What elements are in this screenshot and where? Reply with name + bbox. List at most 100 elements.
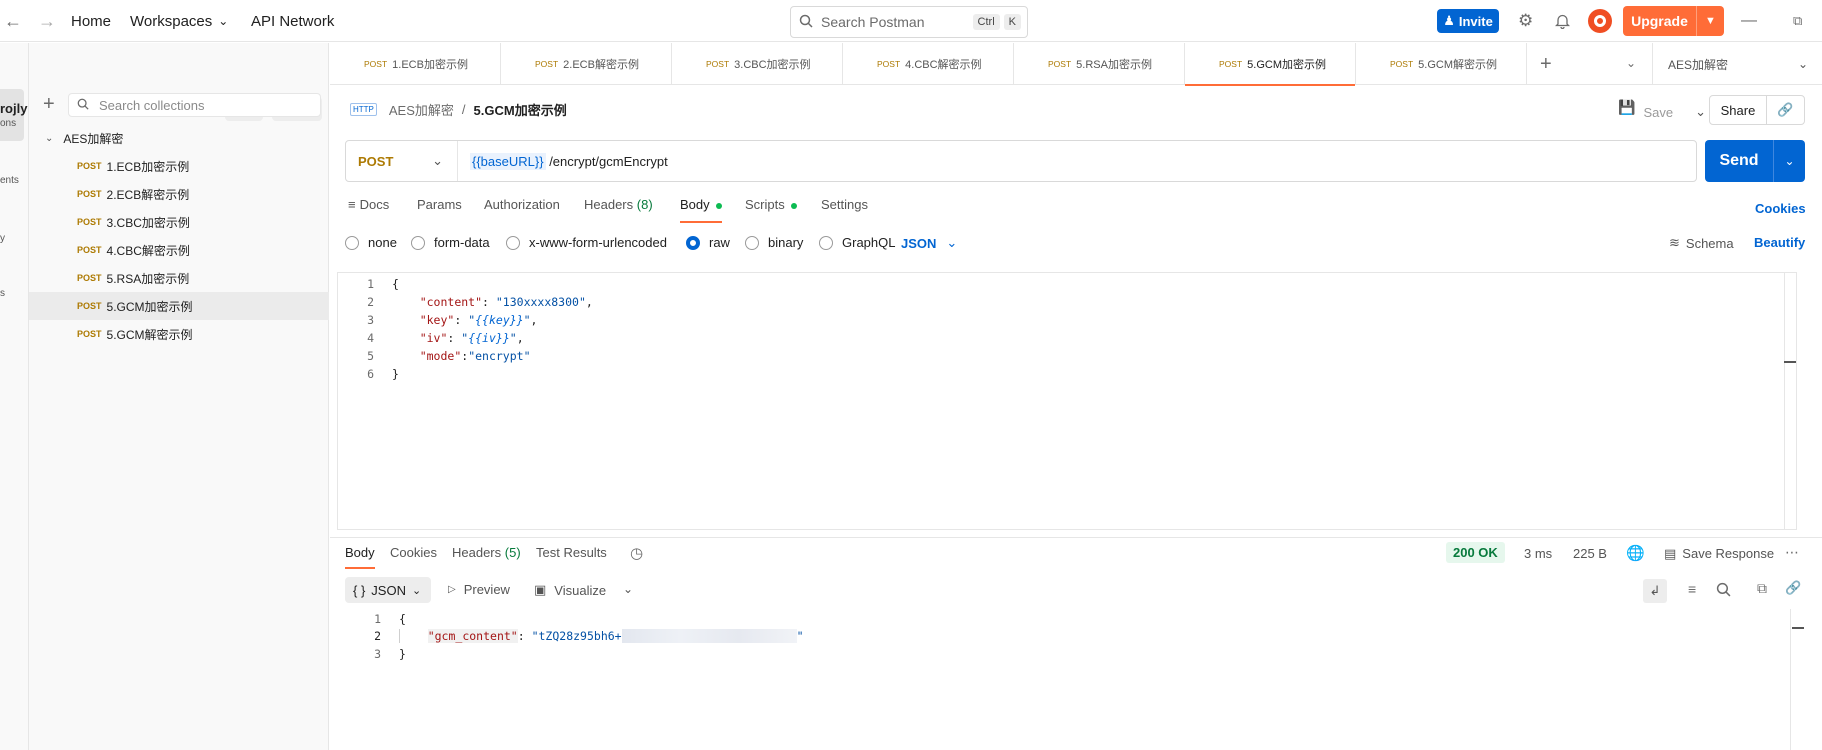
tab-body[interactable]: Body — [680, 197, 722, 223]
radio-graphql[interactable]: GraphQL — [819, 235, 895, 250]
tabs-overflow-chevron-icon[interactable]: ⌄ — [1626, 56, 1636, 70]
schema-button[interactable]: ≋ Schema — [1669, 235, 1734, 251]
chevron-down-icon[interactable]: ⌄ — [623, 582, 633, 596]
status-badge[interactable]: 200 OK — [1446, 542, 1505, 563]
rail-item-environments-label[interactable]: ents — [0, 175, 19, 186]
add-collection-icon[interactable]: + — [43, 94, 55, 114]
share-button[interactable]: Share 🔗 — [1709, 95, 1805, 125]
save-icon: 💾 — [1618, 99, 1636, 115]
home-link[interactable]: Home — [71, 0, 111, 42]
global-search[interactable]: Search Postman Ctrl K — [790, 6, 1028, 38]
tab-headers[interactable]: Headers (8) — [584, 197, 653, 223]
avatar[interactable] — [1588, 0, 1612, 42]
response-tab-test-results[interactable]: Test Results — [536, 545, 607, 569]
request-tab[interactable]: POST 5.RSA加密示例 — [1014, 43, 1185, 85]
invite-button[interactable]: ♟ Invite — [1437, 9, 1499, 33]
back-arrow-icon[interactable]: ← — [4, 0, 22, 42]
sidebar-request[interactable]: POST 2.ECB解密示例 — [29, 180, 329, 208]
beautify-button[interactable]: Beautify — [1754, 235, 1805, 250]
sidebar-request[interactable]: POST 5.RSA加密示例 — [29, 264, 329, 292]
cookies-link[interactable]: Cookies — [1755, 201, 1806, 216]
link-icon[interactable]: 🔗 — [1767, 102, 1804, 118]
send-button[interactable]: Send ⌄ — [1705, 140, 1805, 182]
sidebar-request-selected[interactable]: POST 5.GCM加密示例 — [29, 292, 329, 320]
globe-icon[interactable]: 🌐 — [1626, 544, 1645, 562]
minimize-icon[interactable]: — — [1741, 0, 1757, 42]
radio-form-data[interactable]: form-data — [411, 235, 490, 250]
response-scrollbar[interactable] — [1790, 609, 1804, 750]
bell-icon[interactable] — [1555, 0, 1570, 42]
gear-icon[interactable]: ⚙ — [1518, 0, 1533, 42]
sidebar-request[interactable]: POST 3.CBC加密示例 — [29, 208, 329, 236]
rail-item-more-label[interactable]: s — [0, 288, 5, 299]
collection-search-input[interactable]: Search collections — [68, 93, 321, 117]
tab-params[interactable]: Params — [417, 197, 462, 223]
request-tab[interactable]: POST 4.CBC解密示例 — [843, 43, 1014, 85]
response-format-selector[interactable]: { } JSON ⌄ — [345, 577, 431, 603]
method-selector[interactable]: POST ⌄ — [346, 141, 458, 181]
workspaces-menu[interactable]: Workspaces ⌄ — [130, 0, 228, 42]
chevron-down-icon: ⌄ — [411, 584, 422, 597]
response-size[interactable]: 225 B — [1573, 546, 1607, 561]
request-tab[interactable]: POST 2.ECB解密示例 — [501, 43, 672, 85]
line-number: 4 — [367, 331, 374, 345]
link-icon[interactable]: 🔗 — [1785, 580, 1801, 596]
environment-selector[interactable]: AES加解密 ⌄ — [1652, 43, 1822, 85]
radio-binary[interactable]: binary — [745, 235, 803, 250]
sidebar-request[interactable]: POST 5.GCM解密示例 — [29, 320, 329, 348]
chevron-down-icon[interactable]: ▼ — [1697, 15, 1724, 27]
chevron-down-icon[interactable]: ⌄ — [1774, 154, 1805, 168]
request-tab-active[interactable]: POST 5.GCM加密示例 — [1185, 43, 1356, 86]
radio-graphql-label: GraphQL — [842, 235, 896, 250]
request-tab[interactable]: POST 3.CBC加密示例 — [672, 43, 843, 85]
breadcrumb-collection[interactable]: AES加解密 — [389, 100, 454, 119]
search-icon[interactable] — [1716, 582, 1731, 600]
chevron-down-icon[interactable]: ⌄ — [1695, 104, 1706, 120]
method-badge: POST — [1048, 59, 1072, 69]
request-tab[interactable]: POST 1.ECB加密示例 — [330, 43, 501, 85]
copy-icon[interactable]: ⧉ — [1757, 580, 1767, 597]
response-code-line: 2 "gcm_content": "tZQ28z95bh6+ " — [345, 627, 804, 645]
docs-icon: ≡ — [348, 197, 356, 212]
sidebar-request[interactable]: POST 4.CBC解密示例 — [29, 236, 329, 264]
tab-settings[interactable]: Settings — [821, 197, 868, 223]
tab-scripts[interactable]: Scripts — [745, 197, 797, 223]
radio-raw[interactable]: raw — [686, 235, 730, 250]
filter-icon[interactable]: ≡ — [1688, 581, 1696, 597]
restore-window-icon[interactable]: ⧉ — [1793, 0, 1802, 42]
request-tab[interactable]: POST 5.GCM解密示例 — [1356, 43, 1527, 85]
upgrade-button[interactable]: Upgrade ▼ — [1623, 6, 1724, 36]
editor-scrollbar[interactable] — [1784, 273, 1796, 529]
tab-authorization[interactable]: Authorization — [484, 197, 560, 223]
method-badge: POST — [77, 217, 102, 227]
body-indicator-dot — [715, 202, 722, 209]
preview-button[interactable]: ▷ Preview — [448, 582, 510, 597]
tab-docs[interactable]: ≡ Docs — [348, 197, 389, 223]
kbd-k: K — [1003, 14, 1021, 30]
save-button[interactable]: 💾 Save ⌄ — [1618, 95, 1706, 120]
response-tab-headers[interactable]: Headers (5) — [452, 545, 521, 569]
more-options-icon[interactable]: ⋯ — [1785, 544, 1799, 561]
forward-arrow-icon[interactable]: → — [38, 0, 56, 42]
response-tab-cookies[interactable]: Cookies — [390, 545, 437, 569]
visualize-button[interactable]: ▣ Visualize — [534, 582, 606, 598]
save-response-button[interactable]: ▤ Save Response — [1664, 546, 1774, 562]
api-network-link[interactable]: API Network — [251, 0, 334, 42]
method-badge: POST — [877, 59, 901, 69]
radio-circle — [345, 235, 359, 250]
response-tab-body[interactable]: Body — [345, 545, 375, 569]
radio-none[interactable]: none — [345, 235, 397, 250]
response-time[interactable]: 3 ms — [1524, 546, 1552, 561]
sidebar-request[interactable]: POST 1.ECB加密示例 — [29, 152, 329, 180]
url-input[interactable]: {{baseURL}} /encrypt/gcmEncrypt — [458, 152, 668, 170]
wrap-lines-icon[interactable]: ↲ — [1643, 579, 1667, 603]
collection-folder[interactable]: ⌄ AES加解密 — [29, 124, 329, 152]
radio-urlencoded[interactable]: x-www-form-urlencoded — [506, 235, 667, 250]
rail-item-history-label[interactable]: y — [0, 233, 5, 244]
history-icon[interactable]: ◷ — [630, 544, 643, 562]
body-format-selector[interactable]: JSON ⌄ — [901, 235, 957, 251]
new-tab-icon[interactable]: + — [1540, 53, 1552, 76]
request-body-editor[interactable]: 1{ 2 "content": "130xxxx8300", 3 "key": … — [337, 272, 1797, 530]
body-format-value: JSON — [901, 235, 937, 251]
breadcrumb-request[interactable]: 5.GCM加密示例 — [474, 100, 567, 119]
